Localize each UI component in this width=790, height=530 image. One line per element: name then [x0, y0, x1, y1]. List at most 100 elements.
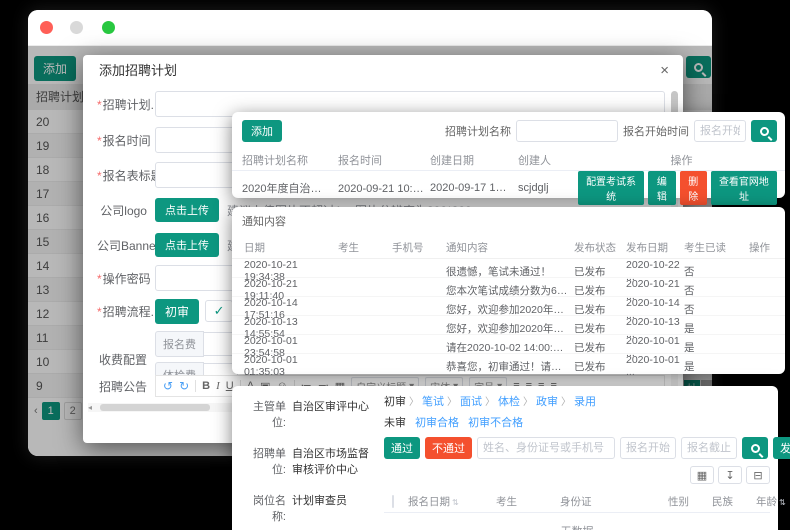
plan-name-cell: 2020年度自治区市场监... [242, 180, 338, 196]
step-first-review[interactable]: 初审 [384, 396, 406, 408]
required-star: * [97, 169, 102, 183]
filter-failed[interactable]: 初审不合格 [468, 417, 523, 429]
col-signup-time: 报名时间 [338, 152, 430, 168]
publish-date-cell: 2020-10-01 ... [626, 354, 684, 378]
col-gender: 性别 [664, 494, 708, 509]
col-ethnicity: 民族 [708, 494, 752, 509]
col-date: 日期 [244, 240, 338, 255]
print-icon[interactable]: ⊟ [746, 466, 770, 484]
search-button[interactable] [742, 437, 768, 459]
upload-banner-button[interactable]: 点击上传 [155, 233, 219, 257]
date-cell: 2020-10-01 01:35:03 [244, 354, 338, 378]
col-phone: 手机号 [392, 240, 446, 255]
status-cell: 已发布 [574, 359, 626, 374]
status-cell: 已发布 [574, 302, 626, 317]
creator-cell: scjdglj [518, 182, 578, 194]
read-cell: 是 [684, 340, 734, 355]
read-cell: 是 [684, 321, 734, 336]
bold-icon[interactable]: B [202, 380, 210, 392]
table-row[interactable]: 2020-10-14 17:51:16 您好，欢迎参加2020年度自治区市场..… [232, 297, 785, 316]
filter-passed[interactable]: 初审合格 [415, 417, 459, 429]
info-pair: 主管单位: 自治区审评中心 [244, 398, 376, 430]
step-political-review[interactable]: 政审 [536, 396, 558, 408]
info-pair: 招聘单位: 自治区市场监督审核评价中心 [244, 445, 376, 477]
table-row[interactable]: 2020年度自治区市场监... 2020-09-21 10:00到2020...… [232, 171, 785, 198]
step-hired[interactable]: 录用 [574, 396, 596, 408]
col-created-date: 创建日期 [430, 152, 518, 168]
add-plan-button[interactable]: 添加 [242, 120, 282, 142]
content-cell: 您本次笔试成绩分数为66.52分 [446, 283, 574, 298]
position-name-value: 计划审查员 [292, 492, 347, 524]
plan-card-toolbar: 添加 招聘计划名称 报名开始时间 [232, 112, 785, 142]
chevron-separator-icon: 〉 [561, 397, 571, 408]
divider [195, 380, 196, 392]
italic-icon[interactable]: I [216, 380, 220, 392]
candidate-search-input[interactable] [477, 437, 615, 459]
send-message-button[interactable]: 发送消息 [773, 437, 790, 459]
chevron-separator-icon: 〉 [447, 397, 457, 408]
review-card: 主管单位: 自治区审评中心 招聘单位: 自治区市场监督审核评价中心 岗位名称: … [232, 386, 778, 530]
content-cell: 请在2020-10-02 14:00:00到2020-10-... [446, 340, 574, 355]
scroll-left-icon[interactable]: ◂ [88, 403, 92, 412]
col-id-number: 身份证 [556, 494, 664, 509]
minimize-traffic-light-icon[interactable] [70, 21, 83, 34]
close-icon[interactable]: × [660, 62, 669, 79]
review-main-panel: 初审〉笔试〉面试〉体检〉政审〉录用 未审 初审合格 初审不合格 通过 不通过 发… [384, 386, 770, 530]
col-actions: 操作 [734, 240, 785, 255]
table-row[interactable]: 2020-10-01 23:54:58 请在2020-10-02 14:00:0… [232, 335, 785, 354]
redo-icon[interactable]: ↻ [179, 379, 189, 393]
step-physical-exam[interactable]: 体检 [498, 396, 520, 408]
logo-label: 公司logo [97, 202, 155, 219]
filter-unreviewed[interactable]: 未审 [384, 417, 406, 429]
col-publish-status: 发布状态 [574, 240, 626, 255]
required-star: * [97, 305, 102, 319]
configure-exam-system-button[interactable]: 配置考试系统 [578, 171, 644, 205]
col-candidate-read: 考生已读 [684, 240, 734, 255]
edit-button[interactable]: 编辑 [648, 171, 675, 205]
col-candidate: 考生 [492, 494, 556, 509]
read-cell: 否 [684, 264, 734, 279]
recruit-unit-label: 招聘单位: [244, 445, 286, 477]
form-title-label: *报名表标题 [97, 167, 155, 184]
select-all-checkbox[interactable] [392, 495, 394, 508]
created-date-cell: 2020-09-17 13:58:35 [430, 182, 518, 194]
position-name-label: 岗位名称: [244, 492, 286, 524]
scrollbar-thumb[interactable] [100, 404, 210, 411]
upload-logo-button[interactable]: 点击上传 [155, 198, 219, 222]
signup-end-input[interactable] [681, 437, 737, 459]
maximize-traffic-light-icon[interactable] [102, 21, 115, 34]
undo-icon[interactable]: ↺ [163, 379, 173, 393]
flow-step-first-review-button[interactable]: 初审 [155, 299, 199, 324]
review-action-bar: 通过 不通过 发送消息 公布初审结果 公布缴费通知 [384, 437, 770, 459]
chevron-separator-icon: 〉 [523, 397, 533, 408]
table-row[interactable]: 2020-10-21 19:11:40 您本次笔试成绩分数为66.52分 已发布… [232, 278, 785, 297]
column-settings-icon[interactable]: ▦ [690, 466, 714, 484]
table-row[interactable]: 2020-10-01 01:35:03 恭喜您，初审通过！请等待进一步通知 已发… [232, 354, 785, 373]
step-written-test[interactable]: 笔试 [422, 396, 444, 408]
pass-button[interactable]: 通过 [384, 437, 420, 459]
chevron-separator-icon: 〉 [409, 397, 419, 408]
step-interview[interactable]: 面试 [460, 396, 482, 408]
signup-start-input[interactable] [620, 437, 676, 459]
table-row[interactable]: 2020-10-13 14:55:54 您好，欢迎参加2020年度自治区市场..… [232, 316, 785, 335]
delete-button[interactable]: 删除 [680, 171, 707, 205]
empty-table-placeholder: 无数据 [384, 513, 770, 530]
fail-button[interactable]: 不通过 [425, 437, 472, 459]
check-icon[interactable]: ✓ [205, 300, 233, 322]
signup-start-search-input[interactable] [694, 120, 746, 142]
sort-icon[interactable]: ⇅ [779, 498, 786, 507]
plan-name-search-input[interactable] [516, 120, 618, 142]
info-pair: 岗位名称: 计划审查员 [244, 492, 376, 524]
fee-label: 收费配置 [97, 351, 155, 368]
flow-label: *招聘流程... [97, 303, 155, 320]
download-icon[interactable]: ↧ [718, 466, 742, 484]
search-button[interactable] [751, 120, 777, 142]
close-traffic-light-icon[interactable] [40, 21, 53, 34]
review-filter-links: 未审 初审合格 初审不合格 [384, 414, 770, 430]
read-cell: 是 [684, 359, 734, 374]
col-content: 通知内容 [446, 240, 574, 255]
signup-fee-label: 报名费 [155, 331, 204, 357]
view-site-url-button[interactable]: 查看官网地址 [711, 171, 777, 205]
table-row[interactable]: 2020-10-21 19:34:38 很遗憾，笔试未通过！ 已发布 2020-… [232, 259, 785, 278]
sort-icon[interactable]: ⇅ [452, 498, 459, 507]
